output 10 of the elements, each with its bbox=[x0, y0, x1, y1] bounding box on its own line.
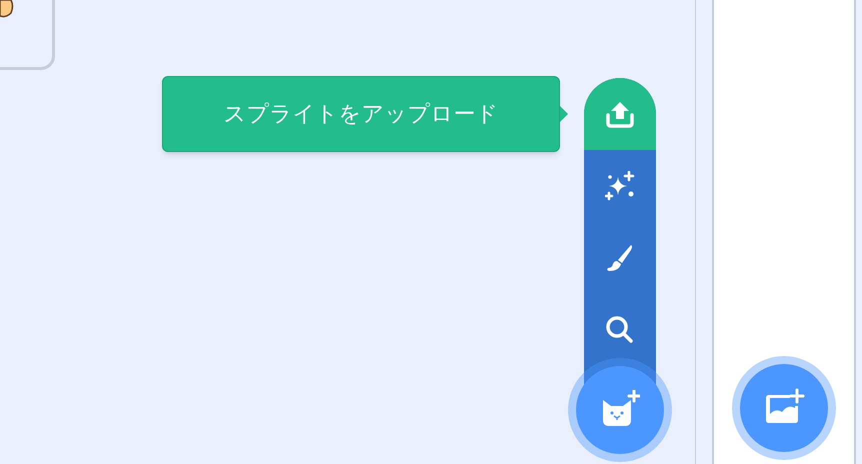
tooltip-arrow bbox=[560, 106, 568, 122]
search-icon bbox=[605, 315, 635, 345]
add-backdrop-button[interactable] bbox=[740, 364, 828, 452]
sprite-thumbnail bbox=[0, 0, 14, 18]
upload-icon bbox=[605, 100, 635, 128]
tooltip: スプライトをアップロード bbox=[162, 76, 560, 152]
sparkles-icon bbox=[605, 171, 635, 201]
add-sprite-button[interactable] bbox=[576, 366, 664, 454]
paintbrush-icon bbox=[605, 243, 635, 273]
menu-item[interactable] bbox=[584, 78, 656, 150]
